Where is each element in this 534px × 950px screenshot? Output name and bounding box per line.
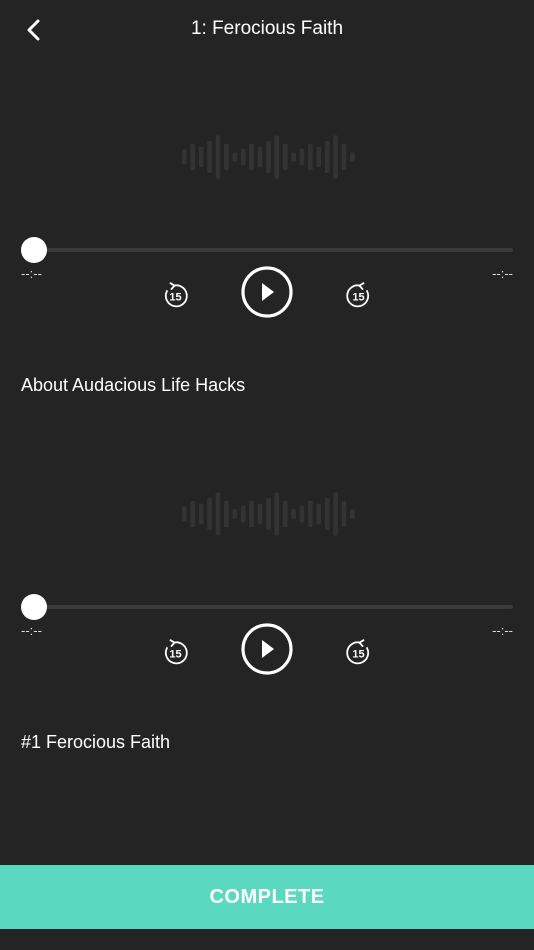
waveform-bar xyxy=(350,152,355,162)
waveform-bar xyxy=(190,143,196,171)
waveform-bar xyxy=(324,141,330,173)
audio-player-1: --:-- --:-- 15 15 xyxy=(0,125,534,335)
waveform-bar xyxy=(274,135,280,179)
time-elapsed: --:-- xyxy=(21,266,42,281)
waveform-bar xyxy=(224,143,229,171)
waveform-bar xyxy=(282,500,288,528)
forward-15-icon: 15 xyxy=(346,639,370,665)
waveform-bar xyxy=(198,146,204,168)
waveform-bar xyxy=(308,143,313,171)
waveform-bar xyxy=(333,135,338,179)
waveform-bar xyxy=(266,141,271,173)
waveform-bar xyxy=(249,500,254,528)
page-title: 1: Ferocious Faith xyxy=(190,18,344,39)
svg-text:15: 15 xyxy=(169,292,181,304)
time-remaining: --:-- xyxy=(492,623,513,638)
waveform-bar xyxy=(182,506,187,522)
waveform-bar xyxy=(215,135,221,179)
progress-thumb[interactable] xyxy=(21,594,47,620)
svg-text:15: 15 xyxy=(169,649,181,661)
rewind-15-button[interactable]: 15 xyxy=(161,639,189,667)
progress-thumb[interactable] xyxy=(21,237,47,263)
waveform-bar xyxy=(341,500,347,528)
waveform-bar xyxy=(316,503,322,525)
time-elapsed: --:-- xyxy=(21,623,42,638)
waveform-icon xyxy=(182,135,355,179)
waveform-bar xyxy=(182,149,187,165)
svg-text:15: 15 xyxy=(352,649,364,661)
waveform-bar xyxy=(299,148,305,166)
waveform-bar xyxy=(198,503,204,525)
waveform-bar xyxy=(240,505,246,523)
waveform-bar xyxy=(232,509,238,519)
svg-text:15: 15 xyxy=(352,292,364,304)
play-button[interactable] xyxy=(241,266,293,318)
rewind-15-icon: 15 xyxy=(164,639,188,665)
waveform-bar xyxy=(249,143,254,171)
waveform-bar xyxy=(282,143,288,171)
waveform-bar xyxy=(291,509,296,519)
waveform-bar xyxy=(257,146,263,168)
forward-15-button[interactable]: 15 xyxy=(345,639,373,667)
waveform-bar xyxy=(266,498,271,530)
waveform-bar xyxy=(232,152,238,162)
waveform-bar xyxy=(274,492,280,536)
rewind-15-button[interactable]: 15 xyxy=(161,282,189,310)
waveform-bar xyxy=(224,500,229,528)
progress-track[interactable] xyxy=(21,248,513,252)
waveform-bar xyxy=(324,498,330,530)
waveform-bar xyxy=(341,143,347,171)
section-title-episode: #1 Ferocious Faith xyxy=(21,732,171,752)
waveform-bar xyxy=(299,505,305,523)
waveform-bar xyxy=(257,503,263,525)
waveform-bar xyxy=(291,152,296,162)
play-button[interactable] xyxy=(241,623,293,675)
waveform-bar xyxy=(240,148,246,166)
play-icon xyxy=(241,266,293,318)
section-title-about: About Audacious Life Hacks xyxy=(21,375,246,395)
header: 1: Ferocious Faith xyxy=(0,0,534,58)
forward-15-button[interactable]: 15 xyxy=(345,282,373,310)
waveform-bar xyxy=(215,492,221,536)
complete-button[interactable]: COMPLETE xyxy=(0,865,534,929)
play-icon xyxy=(241,623,293,675)
waveform-bar xyxy=(308,500,313,528)
rewind-15-icon: 15 xyxy=(164,282,188,308)
progress-track[interactable] xyxy=(21,605,513,609)
waveform-bar xyxy=(190,500,196,528)
time-remaining: --:-- xyxy=(492,266,513,281)
audio-player-2: --:-- --:-- 15 15 xyxy=(0,482,534,692)
waveform-bar xyxy=(207,141,212,173)
waveform-bar xyxy=(316,146,322,168)
waveform-icon xyxy=(182,492,355,536)
waveform-bar xyxy=(207,498,212,530)
waveform-bar xyxy=(350,509,355,519)
waveform-bar xyxy=(333,492,338,536)
forward-15-icon: 15 xyxy=(346,282,370,308)
